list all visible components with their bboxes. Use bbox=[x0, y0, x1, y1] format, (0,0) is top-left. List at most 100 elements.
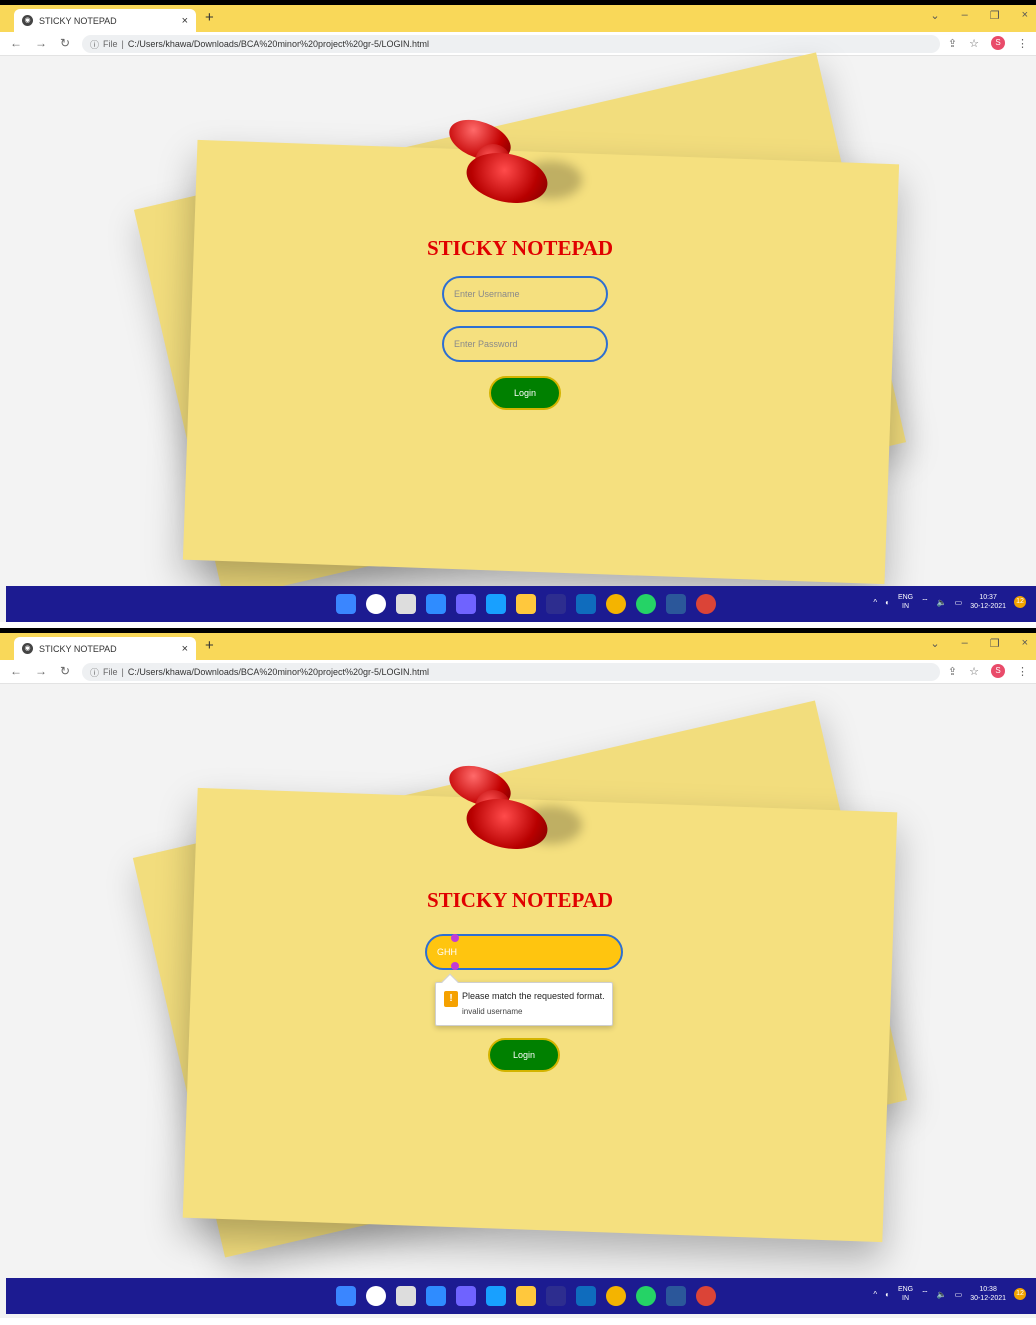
whatsapp-icon[interactable] bbox=[636, 1286, 656, 1306]
url-input[interactable]: ⓘ File | C:/Users/khawa/Downloads/BCA%20… bbox=[82, 35, 940, 53]
system-tray: ^ ◐ ENG IN ⌔ 🔈 ▭ 10:37 30-12-2021 12 bbox=[873, 593, 1026, 611]
page-content: STICKY NOTEPAD GHH ! Please match the re… bbox=[0, 684, 1036, 1280]
volume-icon[interactable]: 🔈 bbox=[937, 1290, 947, 1299]
date-label: 30-12-2021 bbox=[970, 1295, 1006, 1302]
taskbar: ^ ◐ ENG IN ⌔ 🔈 ▭ 10:38 30-12-2021 12 bbox=[6, 1278, 1036, 1314]
url-scheme-label: File bbox=[103, 39, 118, 49]
chevron-down-icon[interactable]: ⌄ bbox=[930, 9, 939, 22]
restore-button[interactable]: ❐ bbox=[990, 9, 1000, 22]
forward-icon[interactable]: → bbox=[35, 36, 47, 50]
url-text: C:/Users/khawa/Downloads/BCA%20minor%20p… bbox=[127, 39, 429, 49]
tab-title: STICKY NOTEPAD bbox=[39, 643, 117, 654]
file-explorer-icon[interactable] bbox=[516, 594, 536, 614]
globe-icon: ◉ bbox=[22, 15, 33, 26]
share-icon[interactable]: ⇪ bbox=[948, 37, 957, 50]
chat-icon[interactable] bbox=[456, 1286, 476, 1306]
close-tab-icon[interactable]: × bbox=[182, 643, 188, 655]
chrome-icon[interactable] bbox=[606, 594, 626, 614]
edge-icon[interactable] bbox=[486, 594, 506, 614]
url-input[interactable]: ⓘ File | C:/Users/khawa/Downloads/BCA%20… bbox=[82, 663, 940, 681]
new-tab-button[interactable]: + bbox=[205, 9, 214, 26]
whatsapp-icon[interactable] bbox=[636, 594, 656, 614]
battery-icon[interactable]: ▭ bbox=[955, 1290, 963, 1299]
task-view-icon[interactable] bbox=[396, 1286, 416, 1306]
chrome-active-icon[interactable] bbox=[696, 594, 716, 614]
mail-icon[interactable] bbox=[576, 594, 596, 614]
text-cursor-top bbox=[451, 934, 459, 942]
close-window-button[interactable]: × bbox=[1022, 9, 1028, 22]
url-separator: | bbox=[121, 667, 124, 677]
chevron-up-icon[interactable]: ^ bbox=[873, 598, 877, 607]
username-field[interactable]: Enter Username bbox=[442, 276, 608, 312]
tab-title: STICKY NOTEPAD bbox=[39, 15, 117, 26]
new-tab-button[interactable]: + bbox=[205, 637, 214, 654]
password-field[interactable]: Enter Password bbox=[442, 326, 608, 362]
network-icon[interactable]: ◐ bbox=[885, 598, 890, 607]
chevron-up-icon[interactable]: ^ bbox=[873, 1290, 877, 1299]
profile-avatar[interactable]: S bbox=[991, 664, 1005, 678]
date-label: 30-12-2021 bbox=[970, 603, 1006, 610]
share-icon[interactable]: ⇪ bbox=[948, 665, 957, 678]
store-icon[interactable] bbox=[546, 1286, 566, 1306]
toolbar-right: ⇪ ☆ S ⋮ bbox=[948, 664, 1028, 678]
search-icon[interactable] bbox=[366, 594, 386, 614]
notification-badge[interactable]: 12 bbox=[1014, 1288, 1026, 1300]
back-icon[interactable]: ← bbox=[10, 664, 22, 678]
word-icon[interactable] bbox=[666, 1286, 686, 1306]
widgets-icon[interactable] bbox=[426, 1286, 446, 1306]
login-button[interactable]: Login bbox=[488, 1038, 560, 1072]
chrome-icon[interactable] bbox=[606, 1286, 626, 1306]
bookmark-star-icon[interactable]: ☆ bbox=[969, 665, 979, 678]
wifi-icon[interactable]: ⌔ bbox=[921, 1289, 929, 1299]
back-icon[interactable]: ← bbox=[10, 36, 22, 50]
url-separator: | bbox=[121, 39, 124, 49]
reload-icon[interactable]: ↻ bbox=[60, 664, 70, 678]
taskbar-icons bbox=[336, 594, 716, 614]
menu-icon[interactable]: ⋮ bbox=[1017, 665, 1028, 678]
window-controls: ⌄ – ❐ × bbox=[930, 637, 1028, 650]
windows-start-icon[interactable] bbox=[336, 594, 356, 614]
forward-icon[interactable]: → bbox=[35, 664, 47, 678]
navigation-buttons: ← → ↻ bbox=[10, 664, 70, 678]
edge-icon[interactable] bbox=[486, 1286, 506, 1306]
language-indicator[interactable]: ENG IN bbox=[898, 1285, 913, 1303]
info-icon: ⓘ bbox=[90, 39, 100, 50]
close-tab-icon[interactable]: × bbox=[182, 15, 188, 27]
navigation-buttons: ← → ↻ bbox=[10, 36, 70, 50]
chrome-active-icon[interactable] bbox=[696, 1286, 716, 1306]
store-icon[interactable] bbox=[546, 594, 566, 614]
url-scheme-label: File bbox=[103, 667, 118, 677]
word-icon[interactable] bbox=[666, 594, 686, 614]
clock[interactable]: 10:38 30-12-2021 bbox=[970, 1285, 1006, 1303]
toolbar-right: ⇪ ☆ S ⋮ bbox=[948, 36, 1028, 50]
chevron-down-icon[interactable]: ⌄ bbox=[930, 637, 939, 650]
browser-tab-bar: ◉ STICKY NOTEPAD × + ⌄ – ❐ × bbox=[0, 5, 1036, 32]
volume-icon[interactable]: 🔈 bbox=[937, 598, 947, 607]
bookmark-star-icon[interactable]: ☆ bbox=[969, 37, 979, 50]
close-window-button[interactable]: × bbox=[1022, 637, 1028, 650]
search-icon[interactable] bbox=[366, 1286, 386, 1306]
mail-icon[interactable] bbox=[576, 1286, 596, 1306]
browser-tab[interactable]: ◉ STICKY NOTEPAD × bbox=[14, 9, 196, 32]
reload-icon[interactable]: ↻ bbox=[60, 36, 70, 50]
file-explorer-icon[interactable] bbox=[516, 1286, 536, 1306]
taskbar-icons bbox=[336, 1286, 716, 1306]
menu-icon[interactable]: ⋮ bbox=[1017, 37, 1028, 50]
login-button[interactable]: Login bbox=[489, 376, 561, 410]
wifi-icon[interactable]: ⌔ bbox=[921, 597, 929, 607]
minimize-button[interactable]: – bbox=[962, 637, 968, 650]
clock[interactable]: 10:37 30-12-2021 bbox=[970, 593, 1006, 611]
windows-start-icon[interactable] bbox=[336, 1286, 356, 1306]
widgets-icon[interactable] bbox=[426, 594, 446, 614]
profile-avatar[interactable]: S bbox=[991, 36, 1005, 50]
sticky-note-front bbox=[182, 139, 900, 585]
language-indicator[interactable]: ENG IN bbox=[898, 593, 913, 611]
browser-tab[interactable]: ◉ STICKY NOTEPAD × bbox=[14, 637, 196, 660]
battery-icon[interactable]: ▭ bbox=[955, 598, 963, 607]
task-view-icon[interactable] bbox=[396, 594, 416, 614]
chat-icon[interactable] bbox=[456, 594, 476, 614]
minimize-button[interactable]: – bbox=[962, 9, 968, 22]
restore-button[interactable]: ❐ bbox=[990, 637, 1000, 650]
notification-badge[interactable]: 12 bbox=[1014, 596, 1026, 608]
network-icon[interactable]: ◐ bbox=[885, 1290, 890, 1299]
